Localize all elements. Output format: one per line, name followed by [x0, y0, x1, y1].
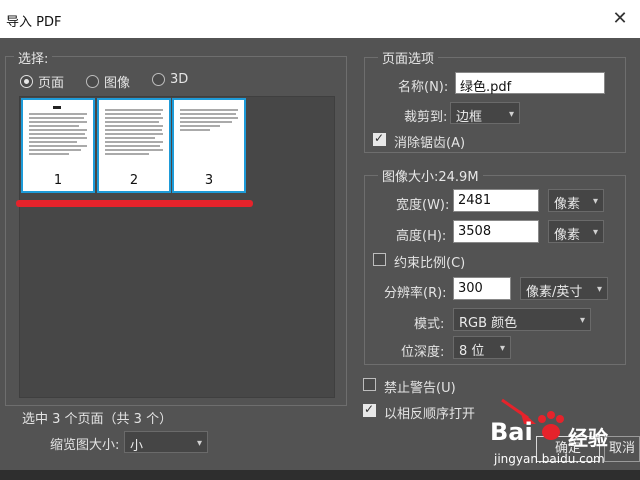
window-title: 导入 PDF: [6, 15, 62, 30]
red-underline-annotation: [16, 200, 253, 207]
depth-value: 8 位: [459, 344, 485, 359]
chevron-down-icon: ▾: [592, 196, 598, 207]
width-value: 2481: [458, 193, 492, 208]
thumb-size-value: 小: [130, 439, 144, 454]
crop-label: 裁剪到:: [404, 110, 448, 125]
height-unit-select[interactable]: 像素 ▾: [548, 220, 604, 243]
resolution-unit-value: 像素/英寸: [526, 285, 583, 300]
radio-3d-label: 3D: [170, 72, 189, 87]
mode-label: 模式:: [414, 317, 445, 332]
name-value: 绿色.pdf: [460, 80, 512, 95]
name-input[interactable]: 绿色.pdf: [455, 72, 605, 95]
chevron-down-icon: ▾: [579, 315, 585, 326]
radio-page[interactable]: 页面: [20, 72, 64, 91]
depth-label: 位深度:: [401, 345, 445, 360]
bottom-strip: [0, 470, 640, 480]
watermark-url: jingyan.baidu.com: [494, 452, 605, 466]
page-thumbnail[interactable]: 3: [172, 98, 246, 193]
constrain-checkbox[interactable]: [373, 253, 386, 266]
name-label: 名称(N):: [398, 80, 449, 95]
thumb-size-select[interactable]: 小 ▾: [124, 431, 208, 454]
reverse-order-label: 以相反顺序打开: [384, 407, 476, 422]
reverse-order-checkbox[interactable]: [363, 402, 376, 417]
chevron-down-icon: ▾: [499, 343, 505, 354]
antialias-checkbox[interactable]: [373, 131, 386, 146]
mode-select[interactable]: RGB 颜色 ▾: [453, 308, 591, 331]
height-unit-value: 像素: [554, 228, 581, 243]
cancel-button[interactable]: 取消: [604, 436, 640, 462]
radio-image-label: 图像: [104, 76, 131, 91]
width-unit-select[interactable]: 像素 ▾: [548, 189, 604, 212]
selection-status: 选中 3 个页面（共 3 个）: [22, 412, 173, 427]
radio-3d[interactable]: 3D: [152, 72, 188, 87]
chevron-down-icon: ▾: [596, 284, 602, 295]
height-input[interactable]: 3508: [453, 220, 539, 243]
page-number: 1: [53, 173, 63, 188]
watermark-brand: Bai: [490, 418, 533, 446]
page-thumbnail[interactable]: 1: [21, 98, 95, 193]
page-options-legend: 页面选项: [378, 48, 439, 67]
chevron-down-icon: ▾: [196, 438, 202, 449]
height-label: 高度(H):: [396, 229, 447, 244]
radio-image[interactable]: 图像: [86, 72, 130, 91]
depth-select[interactable]: 8 位 ▾: [453, 336, 511, 359]
page-thumbnail[interactable]: 2: [97, 98, 171, 193]
constrain-label: 约束比例(C): [394, 256, 466, 271]
thumb-size-label: 缩览图大小:: [50, 438, 120, 453]
suppress-warnings-label: 禁止警告(U): [384, 381, 456, 396]
resolution-label: 分辨率(R):: [384, 286, 447, 301]
width-label: 宽度(W):: [396, 198, 450, 213]
watermark-brand-2: 经验: [568, 426, 608, 450]
radio-page-indicator[interactable]: [20, 75, 33, 88]
close-icon[interactable]: ✕: [610, 8, 630, 29]
page-preview-icon: [105, 109, 163, 155]
radio-image-indicator[interactable]: [86, 75, 99, 88]
page-number: 3: [204, 173, 214, 188]
crop-select[interactable]: 边框 ▾: [450, 102, 520, 125]
radio-3d-indicator[interactable]: [152, 73, 165, 86]
antialias-label: 消除锯齿(A): [394, 136, 466, 151]
crop-value: 边框: [456, 110, 483, 125]
resolution-value: 300: [458, 281, 483, 296]
page-number: 2: [129, 173, 139, 188]
width-input[interactable]: 2481: [453, 189, 539, 212]
select-legend: 选择:: [14, 48, 53, 67]
width-unit-value: 像素: [554, 197, 581, 212]
suppress-warnings-checkbox[interactable]: [363, 378, 376, 391]
page-preview-icon: [29, 106, 87, 155]
title-bar: 导入 PDF ✕: [0, 0, 640, 38]
chevron-down-icon: ▾: [508, 109, 514, 120]
radio-page-label: 页面: [38, 76, 65, 91]
resolution-unit-select[interactable]: 像素/英寸 ▾: [520, 277, 608, 300]
height-value: 3508: [458, 224, 492, 239]
image-size-legend: 图像大小:24.9M: [378, 166, 483, 185]
mode-value: RGB 颜色: [459, 316, 518, 331]
page-preview-icon: [180, 109, 238, 131]
chevron-down-icon: ▾: [592, 227, 598, 238]
resolution-input[interactable]: 300: [453, 277, 511, 300]
paw-icon: [538, 411, 564, 440]
